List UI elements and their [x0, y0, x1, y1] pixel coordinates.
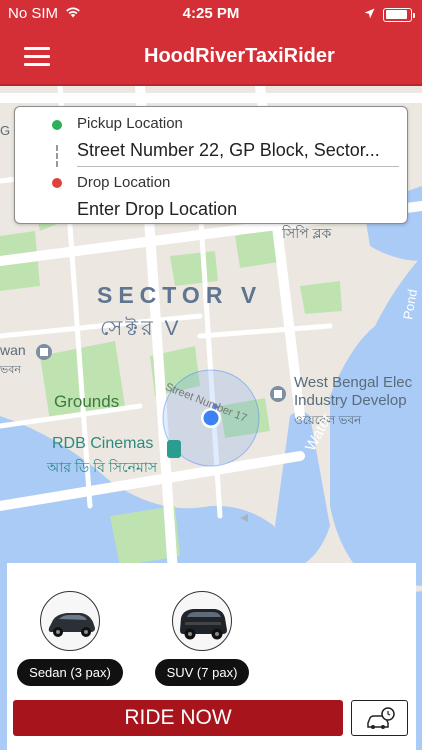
- drop-location-field[interactable]: Enter Drop Location: [77, 199, 387, 220]
- ride-now-button[interactable]: RIDE NOW: [13, 700, 343, 736]
- drop-dot-icon: [52, 178, 62, 188]
- map-label-rdb-cinemas: RDB Cinemas: [52, 435, 154, 452]
- map-label-wan-bengali: ভবন: [0, 364, 21, 376]
- map-label-cp-block: সিপি ব্লক: [282, 225, 332, 241]
- pickup-label: Pickup Location: [77, 115, 183, 132]
- nav-bar: HoodRiverTaxiRider: [0, 28, 422, 86]
- schedule-ride-icon: [352, 707, 406, 738]
- vehicle-option-suv[interactable]: SUV (7 pax): [147, 591, 257, 686]
- app-title: HoodRiverTaxiRider: [144, 45, 335, 67]
- schedule-ride-button[interactable]: [351, 700, 408, 736]
- map-label-g: G: [0, 123, 11, 138]
- map-label-sector: SECTOR V: [97, 282, 263, 308]
- status-time: 4:25 PM: [182, 5, 240, 22]
- pickup-dot-icon: [52, 120, 62, 130]
- map-label-rdb-cinemas-bengali: আর ডি বি সিনেমাস: [47, 459, 158, 475]
- bottom-panel: Sedan (3 pax) SUV (7 pax) RIDE NOW: [7, 563, 416, 750]
- route-connector: [56, 145, 58, 167]
- map-label-west-bengal: West Bengal Elec: [294, 374, 413, 391]
- location-arrow-icon: [364, 6, 375, 23]
- status-bar: No SIM 4:25 PM: [0, 0, 422, 28]
- hamburger-menu-icon[interactable]: [24, 47, 50, 67]
- map-label-grounds: Grounds: [54, 392, 120, 411]
- drop-label: Drop Location: [77, 174, 171, 191]
- suv-car-icon: [172, 591, 232, 651]
- vehicle-label-sedan: Sedan (3 pax): [17, 659, 123, 686]
- vehicle-label-suv: SUV (7 pax): [154, 659, 250, 686]
- vehicle-option-sedan[interactable]: Sedan (3 pax): [15, 591, 125, 686]
- map-label-industry-develop: Industry Develop: [294, 392, 407, 409]
- battery-fill: [385, 10, 408, 19]
- sedan-car-icon: [40, 591, 100, 651]
- status-right: [364, 6, 415, 23]
- battery-icon: [383, 7, 415, 22]
- map-label-wan: wan: [0, 342, 26, 358]
- pickup-location-field[interactable]: Street Number 22, GP Block, Sector...: [77, 140, 399, 167]
- map-label-sector-bengali: সেক্টর V: [100, 317, 182, 340]
- location-card: Pickup Location Street Number 22, GP Blo…: [14, 106, 408, 224]
